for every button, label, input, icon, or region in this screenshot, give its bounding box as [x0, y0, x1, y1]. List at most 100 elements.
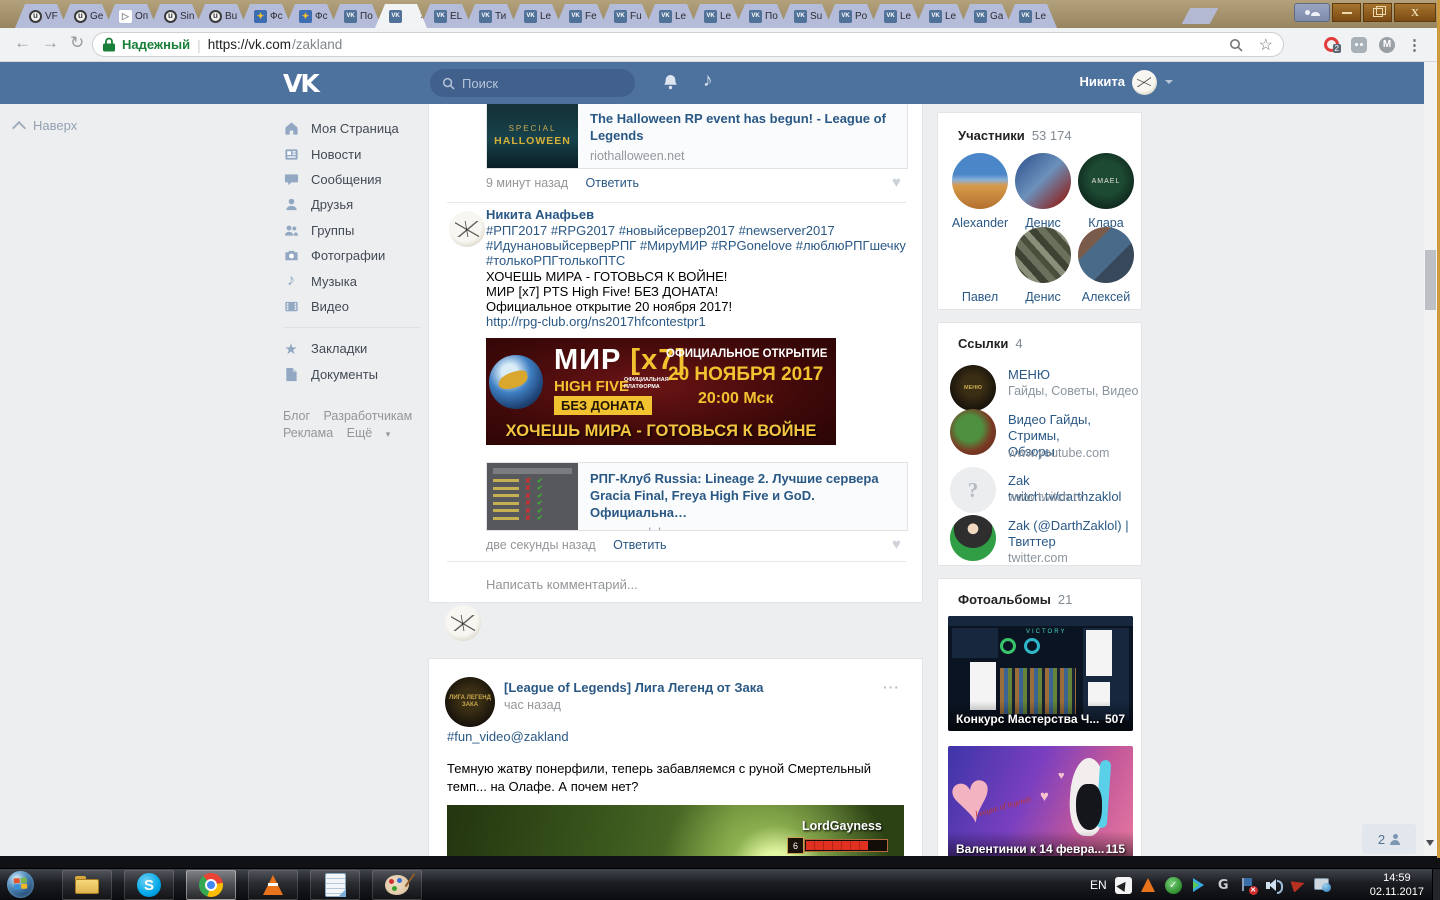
- member-item[interactable]: Alexander: [950, 153, 1010, 230]
- minimize-button[interactable]: [1332, 3, 1361, 22]
- browser-tab[interactable]: Le: [1005, 4, 1057, 28]
- user-menu-caret-icon[interactable]: [1165, 80, 1173, 84]
- sidebar-item-my-page[interactable]: Моя Страница: [283, 116, 423, 141]
- comment-input[interactable]: Написать комментарий...: [486, 577, 638, 592]
- browser-tab[interactable]: VF: [15, 4, 67, 28]
- comment-link[interactable]: http://rpg-club.org/ns2017hfcontestpr1: [486, 314, 906, 329]
- hashtags[interactable]: #ИдунановыйсерверРПГ #МируМИР #RPGonelov…: [486, 238, 906, 253]
- link-preview-card[interactable]: ✘ ✔ ✘ ✔ ✘ ✔ ✘ ✔ ✘ ✔ ✘ ✔ РПГ-Клуб Russia: Linea…: [486, 462, 908, 531]
- action-center-flag-icon[interactable]: ✕: [1240, 877, 1258, 895]
- avatar[interactable]: [1015, 153, 1071, 209]
- sidebar-item-groups[interactable]: Группы: [283, 218, 423, 243]
- link-title[interactable]: РПГ-Клуб Russia: Lineage 2. Лучшие серве…: [590, 470, 895, 521]
- browser-tab[interactable]: Le: [870, 4, 922, 28]
- footer-link-ads[interactable]: Реклама: [283, 426, 333, 440]
- taskbar-clock[interactable]: 14:59 02.11.2017: [1370, 871, 1424, 899]
- albums-title[interactable]: Фотоальбомы: [958, 592, 1051, 607]
- browser-tab[interactable]: Ga: [960, 4, 1012, 28]
- member-item[interactable]: Денис: [1013, 227, 1073, 304]
- footer-link-developers[interactable]: Разработчикам: [324, 409, 413, 423]
- scrollbar[interactable]: [1424, 62, 1437, 858]
- link-item-title[interactable]: МЕНЮ: [1008, 367, 1050, 383]
- link-title[interactable]: The Halloween RP event has begun! - Leag…: [590, 110, 895, 144]
- taskbar-explorer-button[interactable]: [62, 870, 112, 900]
- horn-tray-icon[interactable]: [1290, 877, 1307, 894]
- post-time[interactable]: час назад: [504, 698, 561, 712]
- restore-button[interactable]: [1363, 3, 1392, 22]
- link-item-title[interactable]: Zak (@DarthZaklol) | Твиттер: [1008, 518, 1129, 550]
- browser-menu-icon[interactable]: ⋮: [1407, 36, 1422, 54]
- zoom-icon[interactable]: [1229, 38, 1243, 52]
- taskbar-notepad-button[interactable]: [310, 870, 360, 900]
- m-extension-icon[interactable]: M: [1379, 36, 1395, 53]
- browser-tab[interactable]: EL: [420, 4, 472, 28]
- browser-tab[interactable]: Le: [510, 4, 562, 28]
- browser-tab[interactable]: Фс: [285, 4, 337, 28]
- browser-tab[interactable]: Fe: [555, 4, 607, 28]
- commenter-name[interactable]: Никита Анафьев: [486, 207, 594, 222]
- footer-link-blog[interactable]: Блог: [283, 409, 310, 423]
- browser-tab[interactable]: Le: [645, 4, 697, 28]
- like-heart-icon[interactable]: ♥: [892, 536, 901, 553]
- sidebar-item-photos[interactable]: Фотографии: [283, 243, 423, 268]
- volume-icon[interactable]: [1265, 877, 1283, 894]
- sidebar-item-video[interactable]: Видео: [283, 294, 423, 319]
- browser-tab[interactable]: Bu: [195, 4, 247, 28]
- post-hashtag[interactable]: #fun_video@zakland: [447, 729, 569, 744]
- sidebar-item-bookmarks[interactable]: ★ Закладки: [283, 336, 423, 361]
- antivirus-shield-icon[interactable]: ✓: [1164, 876, 1182, 894]
- commenter-avatar[interactable]: [449, 211, 485, 247]
- browser-tab[interactable]: Su: [780, 4, 832, 28]
- avatar[interactable]: [1015, 227, 1071, 283]
- footer-link-more[interactable]: Ещё: [347, 426, 373, 440]
- remote-cursor-tray-icon[interactable]: [1114, 876, 1132, 894]
- avatar[interactable]: [1078, 227, 1134, 283]
- album-item[interactable]: ♥ League of legends ♥ ♥ Валентинки к 14 …: [948, 746, 1133, 858]
- notifications-bell-icon[interactable]: [662, 74, 679, 92]
- member-item[interactable]: Алексей: [1076, 227, 1136, 304]
- sidebar-item-documents[interactable]: Документы: [283, 362, 423, 387]
- back-button[interactable]: ←: [14, 33, 31, 53]
- vk-logo[interactable]: VK: [283, 69, 320, 98]
- search-input[interactable]: Поиск: [430, 69, 635, 97]
- browser-profile-button[interactable]: [1294, 3, 1330, 22]
- reply-link[interactable]: Ответить: [613, 538, 666, 552]
- member-item[interactable]: Денис: [1013, 153, 1073, 230]
- post-menu-icon[interactable]: ···: [883, 679, 900, 695]
- vlc-tray-icon[interactable]: [1140, 877, 1157, 894]
- video-player[interactable]: LordGayness 6: [447, 805, 904, 858]
- browser-tab[interactable]: Sin: [150, 4, 202, 28]
- hashtags[interactable]: #толькоРПГтолькоПТС: [486, 253, 906, 268]
- link-item-thumb[interactable]: [950, 515, 996, 561]
- browser-tab[interactable]: По: [330, 4, 382, 28]
- links-title[interactable]: Ссылки: [958, 336, 1008, 351]
- sidebar-item-friends[interactable]: Друзья: [283, 192, 423, 217]
- avatar[interactable]: [952, 153, 1008, 209]
- security-label[interactable]: Надежный: [122, 37, 190, 52]
- forward-button[interactable]: →: [42, 33, 59, 53]
- header-user-avatar[interactable]: [1132, 70, 1157, 95]
- hashtags[interactable]: #РПГ2017 #RPG2017 #новыйсервер2017 #news…: [486, 223, 906, 238]
- sidebar-item-news[interactable]: Новости: [283, 141, 423, 166]
- member-item[interactable]: AMAEL Клара: [1076, 153, 1136, 230]
- link-item-thumb[interactable]: [950, 409, 996, 455]
- group-avatar[interactable]: ЛИГА ЛЕГЕНД ЗАКА: [445, 677, 495, 727]
- album-item[interactable]: VICTORY Конкурс Мастерства Ч... 507: [948, 616, 1133, 731]
- music-icon[interactable]: ♪: [703, 70, 713, 92]
- taskbar-chrome-button[interactable]: [186, 870, 236, 900]
- browser-tab[interactable]: Ти: [465, 4, 517, 28]
- avatar[interactable]: AMAEL: [1078, 153, 1134, 209]
- g-app-tray-icon[interactable]: G: [1215, 877, 1232, 894]
- sidebar-item-music[interactable]: ♪ Музыка: [283, 268, 423, 293]
- online-members-widget[interactable]: 2: [1362, 824, 1416, 854]
- address-bar[interactable]: Надежный | https://vk.com /zakland ☆: [92, 32, 1284, 57]
- close-button[interactable]: X: [1394, 3, 1436, 22]
- avatar[interactable]: [952, 227, 1008, 283]
- browser-tab[interactable]: Le: [915, 4, 967, 28]
- link-preview-card[interactable]: SPECIAL HALLOWEEN The Halloween RP event…: [486, 102, 908, 169]
- taskbar-paint-button[interactable]: [372, 870, 422, 900]
- opera-extension-icon[interactable]: 2: [1324, 37, 1341, 53]
- browser-tab[interactable]: Le: [690, 4, 742, 28]
- reply-link[interactable]: Ответить: [586, 176, 639, 190]
- show-desktop-button[interactable]: [1432, 869, 1440, 900]
